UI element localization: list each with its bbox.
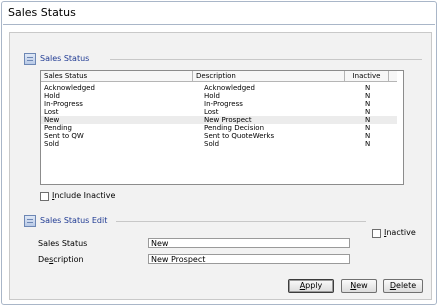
description-label: Description [38,255,84,264]
apply-button[interactable]: Apply [288,279,334,293]
cell-inactive: N [365,132,371,140]
sales-status-label: Sales Status [38,239,88,248]
cell-inactive: N [365,124,371,132]
cell-description: Sent to QuoteWerks [204,132,275,140]
edit-section-divider [116,221,366,222]
cell-inactive: N [365,92,371,100]
table-row[interactable]: Pending Pending Decision N [41,124,397,132]
inactive-checkbox[interactable] [372,229,381,238]
grid-header: Sales Status Description Inactive [41,71,397,82]
cell-description: Hold [204,92,220,100]
table-row[interactable]: Lost Lost N [41,108,397,116]
include-inactive-checkbox[interactable] [40,192,49,201]
edit-section-title: Sales Status Edit [40,216,108,225]
inactive-label[interactable]: Inactive [384,228,416,237]
cell-status: Pending [44,124,72,132]
cell-status: New [44,116,60,124]
cell-inactive: N [365,100,371,108]
title-divider [3,24,435,25]
content-panel: Sales Status Sales Status Description In… [9,32,432,300]
table-row[interactable]: Sold Sold N [41,140,397,148]
page-title: Sales Status [8,6,76,19]
column-header-sales-status[interactable]: Sales Status [41,71,193,81]
cell-inactive: N [365,116,371,124]
table-row-selected[interactable]: New New Prospect N [41,116,397,124]
new-button[interactable]: New [341,279,377,293]
description-field[interactable]: New Prospect [148,254,350,264]
cell-description: Sold [204,140,220,148]
cell-status: In-Progress [44,100,83,108]
cell-status: Hold [44,92,60,100]
column-header-description[interactable]: Description [193,71,345,81]
cell-description: Pending Decision [204,124,265,132]
grid-icon [24,53,36,65]
delete-button[interactable]: Delete [383,279,423,293]
cell-inactive: N [365,140,371,148]
cell-status: Sold [44,140,60,148]
cell-description: New Prospect [204,116,252,124]
sales-status-window: Sales Status Sales Status Sales Status D… [1,1,437,305]
column-header-inactive[interactable]: Inactive [345,71,389,81]
include-inactive-label[interactable]: Include Inactive [52,191,115,200]
cell-description: Acknowledged [204,84,255,92]
sales-status-grid[interactable]: Sales Status Description Inactive Acknow… [40,70,404,185]
table-row[interactable]: In-Progress In-Progress N [41,100,397,108]
sales-status-field[interactable]: New [148,238,350,248]
cell-status: Lost [44,108,59,116]
cell-status: Acknowledged [44,84,95,92]
grid-icon [24,215,36,227]
table-row[interactable]: Hold Hold N [41,92,397,100]
cell-inactive: N [365,84,371,92]
cell-inactive: N [365,108,371,116]
cell-description: Lost [204,108,219,116]
cell-status: Sent to QW [44,132,84,140]
list-section-title: Sales Status [40,54,90,63]
table-row[interactable]: Acknowledged Acknowledged N [41,84,397,92]
cell-description: In-Progress [204,100,243,108]
list-section-divider [110,59,422,60]
table-row[interactable]: Sent to QW Sent to QuoteWerks N [41,132,397,140]
